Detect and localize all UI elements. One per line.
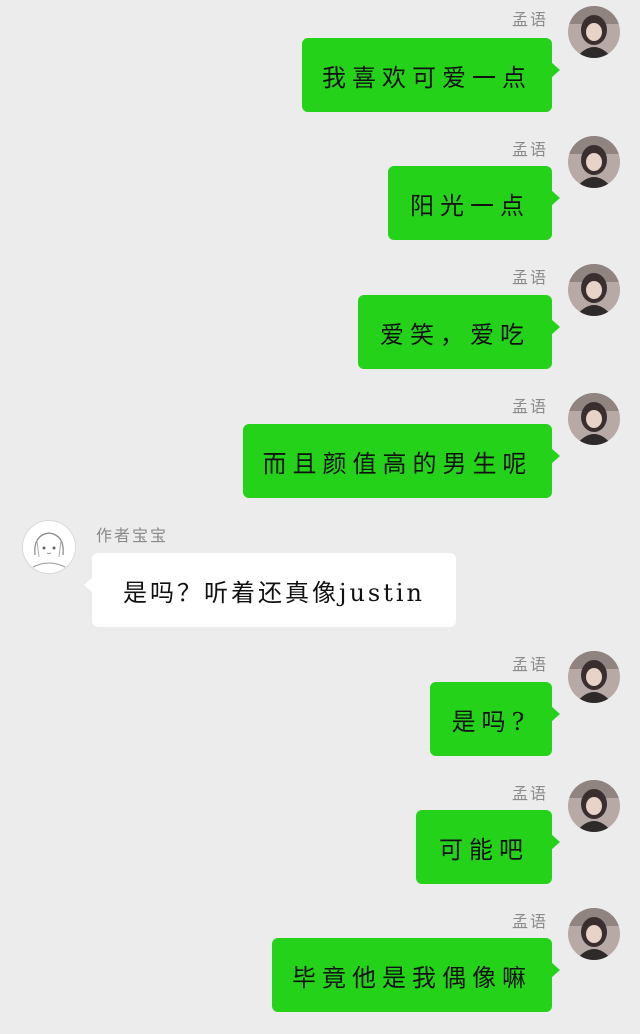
chat-window: 孟语 我喜欢可爱一点 孟语 阳光一点 孟语 爱笑，爱吃 孟语 而且颜值高的男生呢…: [0, 0, 640, 1034]
sender-name: 作者宝宝: [96, 526, 169, 545]
photo-avatar-icon: [568, 780, 620, 832]
message-bubble[interactable]: 毕竟他是我偶像嘛: [272, 938, 560, 1012]
my-avatar[interactable]: [568, 908, 620, 960]
my-avatar[interactable]: [568, 393, 620, 445]
my-avatar[interactable]: [568, 651, 620, 703]
photo-avatar-icon: [568, 136, 620, 188]
photo-avatar-icon: [568, 264, 620, 316]
anime-sketch-avatar-icon: [23, 521, 75, 573]
message-bubble[interactable]: 爱笑，爱吃: [358, 295, 560, 369]
photo-avatar-icon: [568, 908, 620, 960]
sender-name: 孟语: [511, 10, 548, 29]
message-bubble[interactable]: 是吗?: [430, 682, 560, 756]
message-bubble[interactable]: 我喜欢可爱一点: [302, 38, 560, 112]
message-bubble[interactable]: 可能吧: [416, 810, 560, 884]
sender-name: 孟语: [511, 397, 548, 416]
sender-name: 孟语: [511, 784, 548, 803]
sender-name: 孟语: [511, 140, 548, 159]
photo-avatar-icon: [568, 393, 620, 445]
photo-avatar-icon: [568, 651, 620, 703]
message-bubble[interactable]: 而且颜值高的男生呢: [243, 424, 560, 498]
sender-name: 孟语: [511, 912, 548, 931]
sender-name: 孟语: [511, 268, 548, 287]
message-bubble[interactable]: 是吗？听着还真像justin: [84, 553, 456, 627]
sender-name: 孟语: [511, 655, 548, 674]
my-avatar[interactable]: [568, 6, 620, 58]
friend-avatar[interactable]: [22, 520, 76, 574]
my-avatar[interactable]: [568, 780, 620, 832]
my-avatar[interactable]: [568, 136, 620, 188]
message-bubble[interactable]: 阳光一点: [388, 166, 560, 240]
photo-avatar-icon: [568, 6, 620, 58]
my-avatar[interactable]: [568, 264, 620, 316]
